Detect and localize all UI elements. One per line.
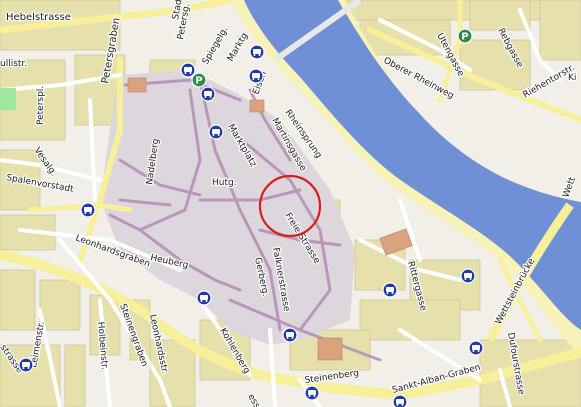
parking-icon[interactable]: P <box>191 72 207 88</box>
label-missionsstr: ullistr. <box>0 59 27 69</box>
bus-stop-icon[interactable] <box>248 68 264 84</box>
svg-text:P: P <box>195 76 202 87</box>
bus-stop-icon[interactable] <box>392 394 408 407</box>
bus-stop-icon[interactable] <box>382 282 398 298</box>
bus-stop-icon[interactable] <box>18 357 34 373</box>
bus-stop-icon[interactable] <box>304 385 320 401</box>
label-hutg: Hutg. <box>212 178 237 188</box>
label-kirchgasse: Ki <box>568 73 576 83</box>
bus-stop-icon[interactable] <box>208 124 224 140</box>
bus-stop-icon[interactable] <box>282 327 298 343</box>
parking-icon[interactable]: P <box>457 28 473 44</box>
bus-stop-icon[interactable] <box>468 340 484 356</box>
city-map[interactable]: Hebelstrasse Petersgraben Petersg. Spieg… <box>0 0 581 407</box>
map-canvas[interactable]: Hebelstrasse Petersgraben Petersg. Spieg… <box>0 0 581 407</box>
svg-text:P: P <box>461 32 468 43</box>
bus-stop-icon[interactable] <box>196 290 212 306</box>
label-hebelstrasse: Hebelstrasse <box>6 12 71 23</box>
bus-stop-icon[interactable] <box>249 44 265 60</box>
label-petersplatz: Peterspl. <box>36 86 46 125</box>
bus-stop-icon[interactable] <box>200 86 216 102</box>
bus-stop-icon[interactable] <box>80 202 96 218</box>
bus-stop-icon[interactable] <box>180 62 196 78</box>
park <box>0 88 16 110</box>
bus-stop-icon[interactable] <box>460 268 476 284</box>
